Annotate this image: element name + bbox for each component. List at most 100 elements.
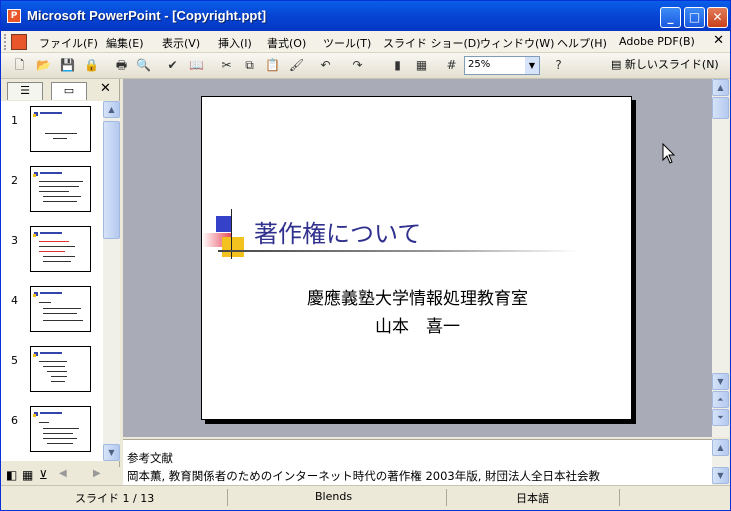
save-icon[interactable]: 💾 [59,57,76,74]
thumbnail-slide[interactable] [30,346,91,392]
menu-bar: ファイル(F) 編集(E) 表示(V) 挿入(I) 書式(O) ツール(T) ス… [1,31,730,53]
thumbnail-number: 3 [11,234,18,247]
yellow-accent-shape [222,237,244,257]
scroll-down-icon[interactable]: ▼ [712,373,729,390]
status-bar: スライド 1 / 13 Blends 日本語 [1,485,730,510]
menu-help[interactable]: ヘルプ(H) [557,35,607,51]
slide-sorter-icon[interactable]: ▦ [22,468,33,482]
copy-icon[interactable]: ⧉ [241,57,258,74]
thumbnail-4[interactable]: 4 [1,286,101,341]
thumbnail-number: 4 [11,294,18,307]
menu-slideshow[interactable]: スライド ショー(D) [383,35,481,51]
scroll-up-icon[interactable]: ▲ [712,79,729,96]
slideshow-view-icon[interactable]: ⊻ [39,468,48,482]
pane-tabs: ☰ ▭ ✕ [1,79,120,101]
format-painter-icon[interactable]: 🖌 [288,57,305,74]
menu-adobe-pdf[interactable]: Adobe PDF(B) [619,35,695,48]
grid-icon[interactable]: # [443,57,460,74]
print-preview-icon[interactable]: 🔍 [135,57,152,74]
thumbnail-5[interactable]: 5 [1,346,101,401]
thumbnail-slide[interactable] [30,106,91,152]
scroll-left-icon[interactable]: ◀ [59,468,67,479]
thumbnail-slide[interactable] [30,226,91,272]
close-button[interactable]: ✕ [707,7,728,28]
window-title: Microsoft PowerPoint - [Copyright.ppt] [27,8,267,23]
menu-file[interactable]: ファイル(F) [39,35,98,51]
new-icon[interactable]: 🗋 [11,57,28,74]
menu-grip[interactable] [4,34,7,50]
thumbnail-3[interactable]: 3 [1,226,101,281]
scroll-thumb[interactable] [712,97,729,119]
thumbnail-slide[interactable] [30,166,91,212]
thumbnail-number: 6 [11,414,18,427]
undo-icon[interactable]: ↶ [317,57,334,74]
thumbnail-slide[interactable] [30,406,91,452]
open-icon[interactable]: 📂 [35,57,52,74]
cut-icon[interactable]: ✂ [218,57,235,74]
current-slide[interactable]: 著作権について 慶應義塾大学情報処理教育室 山本 喜一 [201,96,632,420]
thumbnail-number: 2 [11,174,18,187]
notes-pane[interactable]: 参考文献 岡本薫, 教育関係者のためのインターネット時代の著作権 2003年版,… [123,439,712,485]
menu-format[interactable]: 書式(O) [267,35,306,51]
menu-window[interactable]: ウィンドウ(W) [480,35,554,51]
thumbnails-scrollbar[interactable]: ▲ ▼ [103,101,120,461]
chevron-down-icon[interactable]: ▼ [525,57,539,74]
scroll-down-icon[interactable]: ▼ [712,467,729,484]
design-template: Blends [315,490,353,503]
paste-icon[interactable]: 📋 [264,57,281,74]
powerpoint-icon[interactable]: P [7,9,21,23]
zoom-select[interactable]: 25% ▼ [464,56,540,75]
tab-slides[interactable]: ▭ [51,82,87,100]
menu-edit[interactable]: 編集(E) [106,35,144,51]
minimize-button[interactable]: _ [660,7,681,28]
new-slide-button[interactable]: ▤ 新しいスライド(N) [611,56,719,72]
notes-line-1: 参考文献 [127,451,173,465]
mouse-pointer-icon [662,143,676,164]
document-close-icon[interactable]: ✕ [713,33,724,48]
thumbnail-number: 5 [11,354,18,367]
menu-tools[interactable]: ツール(T) [323,35,371,51]
notes-scrollbar[interactable]: ▲ ▼ [712,439,729,485]
normal-view-icon[interactable]: ◧ [6,468,17,482]
thumbnail-1[interactable]: 1 [1,106,101,161]
research-icon[interactable]: 📖 [188,57,205,74]
language-indicator: 日本語 [516,492,549,505]
menu-view[interactable]: 表示(V) [162,35,200,51]
insert-chart-icon[interactable]: ▮ [389,57,406,74]
scroll-down-icon[interactable]: ▼ [103,444,120,461]
scroll-up-icon[interactable]: ▲ [712,439,729,456]
spelling-icon[interactable]: ✔ [164,57,181,74]
permission-icon[interactable]: 🔒 [83,57,100,74]
thumbnail-6[interactable]: 6 [1,406,101,461]
thumbnail-2[interactable]: 2 [1,166,101,221]
slide-thumbnails: 1 2 3 4 5 6 [1,101,103,461]
slide-subtitle-affiliation[interactable]: 慶應義塾大学情報処理教育室 [202,284,633,309]
menu-insert[interactable]: 挿入(I) [218,35,252,51]
insert-table-icon[interactable]: ▦ [413,57,430,74]
slide-title[interactable]: 著作権について [254,214,421,249]
slides-pane: ☰ ▭ ✕ 1 2 3 4 5 6 ▲ ▼ ◧ ▦ ⊻ ◀ ▶ [1,79,120,485]
new-slide-icon: ▤ [611,58,622,71]
scroll-thumb[interactable] [103,121,120,239]
slide-editing-area: 著作権について 慶應義塾大学情報処理教育室 山本 喜一 [123,79,712,437]
scroll-up-icon[interactable]: ▲ [103,101,120,118]
thumbnail-slide[interactable] [30,286,91,332]
help-icon[interactable]: ? [550,57,567,74]
redo-icon[interactable]: ↷ [349,57,366,74]
zoom-value: 25% [468,59,491,70]
previous-slide-icon[interactable]: ⏶ [712,391,729,408]
tab-outline[interactable]: ☰ [7,82,43,100]
next-slide-icon[interactable]: ⏷ [712,409,729,426]
slide-subtitle-author[interactable]: 山本 喜一 [202,312,633,337]
scroll-right-icon[interactable]: ▶ [93,468,101,479]
document-icon[interactable] [11,34,27,50]
pane-close-icon[interactable]: ✕ [100,81,111,96]
new-slide-label: 新しいスライド(N) [624,58,719,71]
slide-scrollbar[interactable]: ▲ ▼ ⏶ ⏷ [712,79,729,437]
standard-toolbar: 🗋 📂 💾 🔒 🖶 🔍 ✔ 📖 ✂ ⧉ 📋 🖌 ↶ ↷ ▮ ▦ # 25% ▼ … [1,53,730,79]
notes-line-2: 岡本薫, 教育関係者のためのインターネット時代の著作権 2003年版, 財団法人… [127,469,601,483]
blue-accent-shape [216,216,232,232]
title-bar[interactable]: P Microsoft PowerPoint - [Copyright.ppt]… [1,1,730,31]
print-icon[interactable]: 🖶 [113,57,130,74]
maximize-button[interactable]: □ [684,7,705,28]
